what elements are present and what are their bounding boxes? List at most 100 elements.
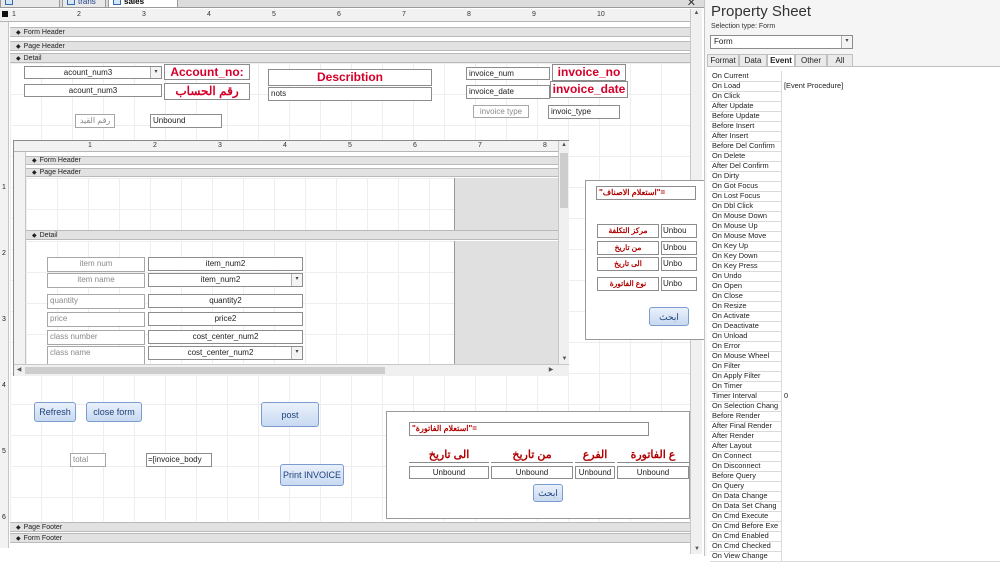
subform-row-field[interactable]: quantity2 xyxy=(148,294,303,308)
scroll-thumb[interactable] xyxy=(560,153,568,208)
tab-sales-invoice[interactable]: sales invoice xyxy=(108,0,178,7)
property-value[interactable] xyxy=(781,101,1000,111)
property-value[interactable] xyxy=(781,461,1000,471)
invoice-date-field[interactable]: invoice_date xyxy=(466,85,550,99)
tab-trans-head[interactable]: trans_head xyxy=(0,0,60,7)
tab-trans[interactable]: trans xyxy=(62,0,106,7)
dropdown-arrow-icon[interactable]: ▾ xyxy=(291,274,302,286)
subform-form-header-band[interactable]: ◆ Form Header xyxy=(26,156,558,165)
items-search-button[interactable]: ابحث xyxy=(649,307,689,326)
property-value[interactable] xyxy=(781,421,1000,431)
subform-row-field[interactable]: item_num2 xyxy=(148,257,303,271)
property-value[interactable] xyxy=(781,541,1000,551)
property-value[interactable] xyxy=(781,451,1000,461)
property-value[interactable] xyxy=(781,551,1000,561)
property-value[interactable] xyxy=(781,261,1000,271)
property-value[interactable] xyxy=(781,331,1000,341)
property-value[interactable] xyxy=(781,281,1000,291)
scroll-up-icon[interactable]: ▲ xyxy=(691,9,702,18)
close-form-button[interactable]: close form xyxy=(86,402,142,422)
property-row[interactable]: On View Change xyxy=(710,551,1000,562)
subform-row-field[interactable]: cost_center_num2 xyxy=(148,330,303,344)
property-tab-data[interactable]: Data xyxy=(739,54,767,66)
property-value[interactable] xyxy=(781,141,1000,151)
entry-no-unbound-field[interactable]: Unbound xyxy=(150,114,222,128)
nots-field[interactable]: nots xyxy=(268,87,432,101)
property-value[interactable] xyxy=(781,131,1000,141)
subform-vertical-scrollbar[interactable]: ▲ ▼ xyxy=(558,141,569,364)
property-value[interactable] xyxy=(781,311,1000,321)
subform-detail-band[interactable]: ◆ Detail xyxy=(26,230,558,240)
invoice-num-field[interactable]: invoice_num xyxy=(466,67,550,80)
subform-row-combo[interactable]: cost_center_num2 ▾ xyxy=(148,346,303,360)
dropdown-arrow-icon[interactable]: ▾ xyxy=(291,347,302,359)
property-tab-format[interactable]: Format xyxy=(707,54,739,66)
invoice-query-field[interactable]: Unbound xyxy=(575,466,615,479)
property-value[interactable]: 0 xyxy=(781,391,1000,401)
property-value[interactable] xyxy=(781,411,1000,421)
property-tab-all[interactable]: All xyxy=(827,54,853,66)
property-value[interactable] xyxy=(781,191,1000,201)
side-query-field[interactable]: Unbo xyxy=(661,257,697,271)
property-value[interactable] xyxy=(781,171,1000,181)
dropdown-arrow-icon[interactable]: ▾ xyxy=(841,36,852,48)
property-value[interactable] xyxy=(781,161,1000,171)
property-value[interactable] xyxy=(781,371,1000,381)
property-value[interactable] xyxy=(781,501,1000,511)
invoic-type-field[interactable]: invoic_type xyxy=(548,105,620,119)
property-value[interactable] xyxy=(781,211,1000,221)
close-document-icon[interactable]: ✕ xyxy=(687,0,696,7)
form-header-band[interactable]: ◆ Form Header xyxy=(10,27,690,37)
property-tab-other[interactable]: Other xyxy=(795,54,827,66)
property-value[interactable] xyxy=(781,431,1000,441)
property-value[interactable] xyxy=(781,481,1000,491)
property-value[interactable] xyxy=(781,351,1000,361)
property-value[interactable] xyxy=(781,531,1000,541)
form-selector[interactable] xyxy=(2,11,8,17)
property-value[interactable] xyxy=(781,401,1000,411)
invoice-query-field[interactable]: Unbound xyxy=(491,466,573,479)
subform-horizontal-scrollbar[interactable]: ◀ ▶ xyxy=(14,364,569,376)
property-value[interactable] xyxy=(781,201,1000,211)
page-footer-band[interactable]: ◆ Page Footer xyxy=(10,522,690,532)
acount-num3-field[interactable]: acount_num3 xyxy=(24,84,162,97)
property-value[interactable]: [Event Procedure] xyxy=(781,81,1000,91)
items-query-field[interactable]: "استعلام الاصناف"= xyxy=(596,186,696,200)
property-value[interactable] xyxy=(781,361,1000,371)
property-value[interactable] xyxy=(781,521,1000,531)
property-value[interactable] xyxy=(781,241,1000,251)
subform-row-combo[interactable]: item_num2 ▾ xyxy=(148,273,303,287)
property-value[interactable] xyxy=(781,221,1000,231)
property-value[interactable] xyxy=(781,91,1000,101)
side-query-field[interactable]: Unbou xyxy=(661,241,697,255)
scroll-right-icon[interactable]: ▶ xyxy=(546,366,556,375)
property-value[interactable] xyxy=(781,231,1000,241)
property-value[interactable] xyxy=(781,441,1000,451)
acount-num3-combo[interactable]: acount_num3 ▾ xyxy=(24,66,162,79)
invoice-query-field[interactable]: "استعلام الفاتورة"= xyxy=(409,422,649,436)
scroll-down-icon[interactable]: ▼ xyxy=(559,355,570,364)
property-value[interactable] xyxy=(781,291,1000,301)
page-header-band[interactable]: ◆ Page Header xyxy=(10,41,690,51)
form-footer-band[interactable]: ◆ Form Footer xyxy=(10,533,690,543)
property-value[interactable] xyxy=(781,111,1000,121)
scroll-thumb[interactable] xyxy=(25,367,385,374)
property-value[interactable] xyxy=(781,511,1000,521)
property-value[interactable] xyxy=(781,381,1000,391)
invoice-query-field[interactable]: Unbound xyxy=(617,466,689,479)
invoice-query-field[interactable]: Unbound xyxy=(409,466,489,479)
property-value[interactable] xyxy=(781,341,1000,351)
print-invoice-button[interactable]: Print INVOICE xyxy=(280,464,344,486)
property-value[interactable] xyxy=(781,71,1000,81)
scroll-left-icon[interactable]: ◀ xyxy=(14,366,24,375)
scroll-down-icon[interactable]: ▼ xyxy=(691,545,703,554)
subform-page-header-band[interactable]: ◆ Page Header xyxy=(26,168,558,177)
dropdown-arrow-icon[interactable]: ▾ xyxy=(150,67,161,78)
side-query-field[interactable]: Unbo xyxy=(661,277,697,291)
property-value[interactable] xyxy=(781,471,1000,481)
side-query-field[interactable]: Unbou xyxy=(661,224,697,238)
invoice-body-subform[interactable]: 1 2 3 4 5 6 7 8 ▲ ▼ ◆ Form Header ◆ Page Header ◆… xyxy=(13,140,569,376)
total-field[interactable]: =[invoice_body xyxy=(146,453,212,467)
detail-band[interactable]: ◆ Detail xyxy=(10,53,690,63)
property-tab-event[interactable]: Event xyxy=(767,54,795,66)
